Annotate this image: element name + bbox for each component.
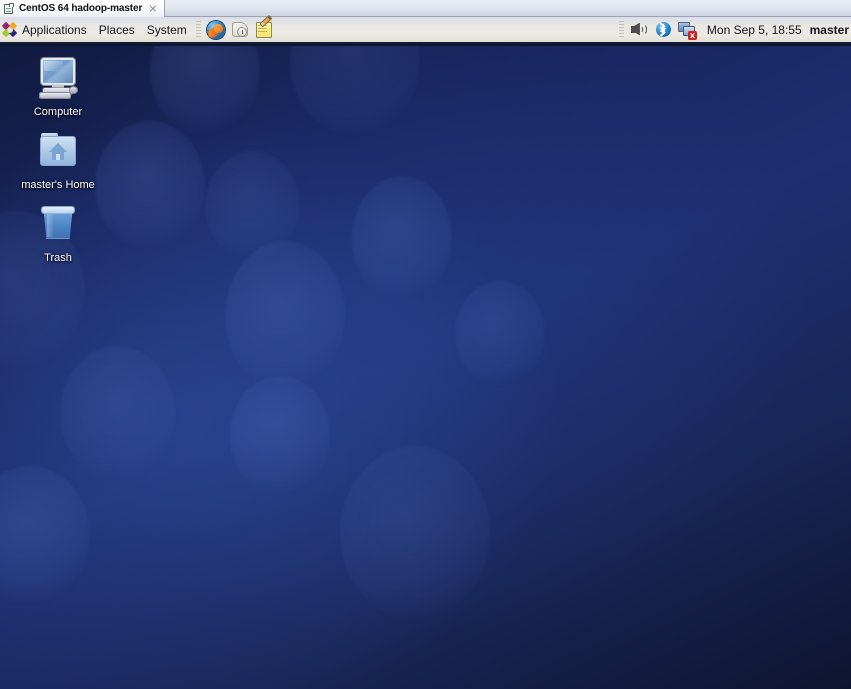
close-icon[interactable]: ×	[146, 3, 159, 14]
menu-places[interactable]: Places	[93, 17, 141, 42]
wallpaper-bokeh	[225, 241, 345, 391]
gnome-top-panel: Applications Places System x Mon Sep 5, …	[0, 14, 851, 44]
volume-tray-icon[interactable]	[629, 20, 649, 40]
status-badge: x	[687, 30, 697, 40]
tab-bar-empty-area	[165, 0, 851, 16]
panel-right-section: x Mon Sep 5, 18:55 master	[616, 17, 851, 42]
vmware-tab-bar: CentOS 64 hadoop-master ×	[0, 0, 851, 17]
menu-system-label: System	[146, 22, 187, 37]
user-menu[interactable]: master	[810, 23, 851, 37]
text-editor-launcher[interactable]	[253, 14, 275, 41]
menu-applications[interactable]: Applications	[0, 17, 93, 42]
virtual-machine-icon	[4, 2, 15, 15]
trash-icon	[34, 200, 82, 248]
sound-wave-outer	[641, 23, 647, 35]
menu-applications-label: Applications	[22, 22, 87, 37]
bluetooth-rune-shape	[659, 23, 666, 35]
vm-tab-title: CentOS 64 hadoop-master	[19, 3, 143, 14]
firefox-head-shape	[213, 23, 223, 33]
menu-system[interactable]: System	[141, 17, 193, 42]
panel-drag-handle[interactable]	[195, 20, 201, 39]
clock-applet[interactable]: Mon Sep 5, 18:55	[699, 23, 810, 37]
wallpaper-bokeh	[290, 46, 420, 136]
centos-logo-icon	[1, 21, 18, 38]
tray-drag-handle[interactable]	[618, 20, 624, 39]
computer-desktop-icon-label: Computer	[33, 106, 83, 118]
computer-icon	[34, 54, 82, 102]
evolution-launcher[interactable]	[229, 19, 251, 41]
panel-left-section: Applications Places System	[0, 14, 276, 42]
clock-overlay-shape	[236, 26, 247, 37]
wallpaper-bokeh	[0, 466, 90, 606]
menu-places-label: Places	[98, 22, 135, 37]
vm-tab[interactable]: CentOS 64 hadoop-master ×	[0, 0, 165, 17]
home-desktop-icon[interactable]: master's Home	[2, 127, 114, 191]
wallpaper-bokeh	[230, 376, 330, 496]
trash-desktop-icon[interactable]: Trash	[2, 200, 114, 264]
bluetooth-tray-icon[interactable]	[653, 20, 673, 40]
network-tray-icon[interactable]: x	[677, 20, 697, 40]
wallpaper-bokeh	[60, 346, 175, 481]
trash-desktop-icon-label: Trash	[44, 252, 72, 264]
wallpaper-bokeh	[340, 446, 490, 621]
desktop[interactable]: Computer master's Home Trash	[0, 46, 851, 689]
computer-desktop-icon[interactable]: Computer	[2, 54, 114, 118]
wallpaper-bokeh	[455, 281, 545, 386]
firefox-launcher[interactable]	[205, 19, 227, 41]
wallpaper-bokeh	[352, 176, 452, 301]
wallpaper-bokeh	[150, 46, 260, 136]
home-folder-icon	[34, 127, 82, 175]
home-desktop-icon-label: master's Home	[21, 179, 95, 191]
